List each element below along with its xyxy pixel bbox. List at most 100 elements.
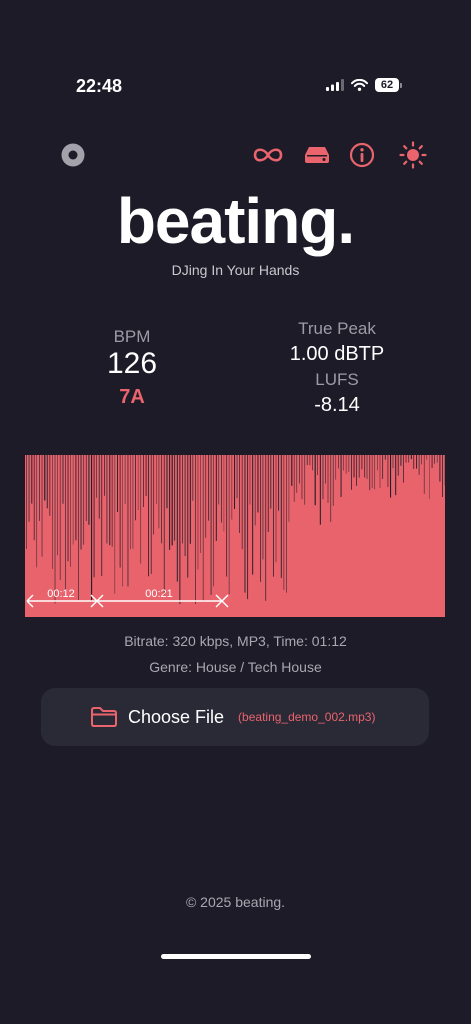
waveform-gap-line	[356, 455, 358, 486]
waveform-gap-line	[192, 455, 194, 501]
waveform-gap-line	[241, 455, 243, 550]
waveform-gap-line	[390, 455, 392, 498]
waveform-gap-line	[296, 455, 298, 493]
waveform-gap-line	[171, 455, 173, 546]
waveform-gap-line	[327, 455, 329, 503]
waveform-gap-line	[41, 455, 43, 557]
waveform-gap-line	[228, 455, 230, 594]
waveform-gap-line	[275, 455, 277, 563]
drive-icon[interactable]	[302, 140, 332, 170]
waveform-gap-line	[130, 455, 131, 550]
waveform-gap-line	[387, 455, 389, 487]
record-dot-icon[interactable]	[58, 140, 88, 170]
copyright-footer: © 2025 beating.	[185, 894, 286, 910]
waveform-gap-line	[338, 455, 339, 469]
waveform-gap-line	[163, 455, 165, 595]
waveform-gap-line	[348, 455, 350, 472]
waveform-gap-line	[127, 455, 129, 587]
waveform-gap-line	[257, 455, 259, 513]
waveform-gap-line	[314, 455, 316, 506]
waveform-gap-line	[83, 455, 85, 545]
waveform-gap-line	[195, 455, 196, 604]
waveform-gap-line	[189, 455, 191, 544]
waveform-gap-line	[156, 455, 157, 505]
true-peak-label: True Peak	[298, 319, 376, 338]
waveform-gap-line	[176, 455, 178, 582]
waveform-gap-line	[280, 455, 282, 578]
waveform-gap-line	[161, 455, 163, 544]
waveform-gap-line	[353, 455, 355, 478]
waveform-gap-line	[312, 455, 313, 471]
info-icon[interactable]	[347, 140, 377, 170]
lufs-label: LUFS	[315, 370, 359, 389]
waveform-gap-line	[293, 455, 295, 502]
waveform-gap-line	[319, 455, 321, 525]
waveform-gap-line	[366, 455, 368, 479]
bpm-label: BPM	[113, 327, 151, 346]
waveform-gap-line	[28, 455, 30, 522]
waveform-gap-line	[418, 455, 420, 475]
waveform-gap-line	[403, 455, 404, 483]
infinity-icon[interactable]	[252, 140, 284, 170]
choose-file-label: Choose File	[128, 706, 225, 727]
waveform-gap-line	[442, 455, 443, 497]
waveform-gap-line	[137, 455, 139, 510]
waveform-gap-line	[392, 455, 394, 469]
waveform-gap-line	[291, 455, 293, 486]
waveform-gap-line	[384, 455, 386, 460]
waveform-gap-line	[33, 455, 35, 541]
waveform-gap-line	[179, 455, 181, 604]
waveform-gap-line	[143, 455, 144, 507]
waveform-gap-line	[218, 455, 220, 505]
waveform-gap-line	[374, 455, 376, 490]
home-indicator[interactable]	[161, 954, 311, 959]
waveform-gap-line	[54, 455, 56, 604]
waveform-gap-line	[234, 455, 236, 509]
waveform-gap-line	[96, 455, 97, 498]
waveform-gap-line	[187, 455, 189, 578]
waveform-gap-line	[62, 455, 64, 504]
waveform-gap-line	[358, 455, 360, 478]
waveform-gap-line	[377, 455, 378, 471]
waveform-gap-line	[208, 455, 210, 521]
waveform-gap-line	[169, 455, 171, 550]
waveform-gap-line	[70, 455, 71, 567]
waveform-gap-line	[197, 455, 199, 570]
waveform-gap-line	[239, 455, 240, 533]
bpm-value: 126	[106, 347, 158, 380]
waveform-gap-line	[145, 455, 147, 496]
waveform-gap-line	[408, 455, 410, 463]
waveform-gap-line	[111, 455, 113, 547]
waveform-gap-line	[153, 455, 155, 535]
waveform-gap-line	[226, 455, 228, 577]
waveform-gap-line	[67, 455, 69, 562]
waveform-gap-line	[343, 455, 345, 471]
waveform-gap-line	[78, 455, 79, 601]
waveform-gap-line	[39, 455, 40, 521]
battery-icon: 62	[375, 78, 399, 92]
waveform-gap-line	[91, 455, 93, 602]
waveform-gap-line	[400, 455, 402, 466]
waveform-gap-line	[382, 455, 384, 479]
waveform-gap-line	[260, 455, 262, 582]
waveform-gap-line	[317, 455, 318, 475]
sun-icon[interactable]	[398, 140, 428, 170]
waveform-gap-line	[49, 455, 51, 516]
waveform-gap-line	[413, 455, 415, 469]
waveform-gap-line	[332, 455, 334, 506]
waveform-gap-line	[369, 455, 371, 491]
segment-time-label: 00:21	[145, 588, 173, 600]
lufs-value: -8.14	[314, 394, 360, 416]
waveform-gap-line	[213, 455, 214, 587]
waveform-gap-line	[421, 455, 422, 465]
waveform[interactable]: 00:12 00:21	[25, 455, 446, 617]
waveform-gap-line	[114, 455, 116, 594]
waveform-gap-line	[158, 455, 160, 529]
waveform-gap-line	[267, 455, 269, 532]
waveform-gap-line	[273, 455, 274, 577]
true-peak-value: 1.00 dBTP	[289, 343, 385, 365]
waveform-gap-line	[52, 455, 53, 569]
waveform-gap-line	[262, 455, 264, 560]
choose-file-button[interactable]: Choose File (beating_demo_002.mp3)	[41, 688, 429, 746]
waveform-gap-line	[44, 455, 46, 501]
